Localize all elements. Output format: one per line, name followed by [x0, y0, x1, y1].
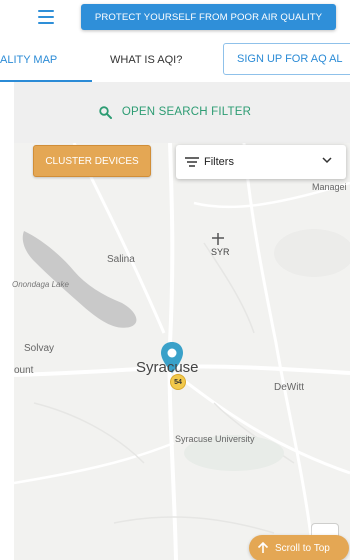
map-label-salina: Salina — [107, 254, 135, 265]
tab-sign-up-alerts[interactable]: SIGN UP FOR AQ AL — [223, 43, 350, 75]
map-label-syracuse: Syracuse — [136, 359, 199, 376]
open-search-filter-button[interactable]: OPEN SEARCH FILTER — [0, 94, 350, 130]
map-label-manager: Managei — [312, 182, 347, 192]
hamburger-icon[interactable] — [38, 10, 54, 24]
map-label-ount: ount — [14, 365, 34, 376]
aqi-badge-value: 54 — [174, 378, 182, 386]
map-label-dewitt: DeWitt — [274, 382, 304, 393]
map-label-syracuse-university: Syracuse University — [175, 434, 255, 444]
air-quality-map[interactable] — [14, 143, 350, 560]
protect-yourself-button[interactable]: PROTECT YOURSELF FROM POOR AIR QUALITY — [81, 4, 336, 30]
map-label-syr: SYR — [211, 247, 230, 257]
cluster-devices-button[interactable]: CLUSTER DEVICES — [33, 145, 151, 177]
arrow-up-icon — [257, 542, 269, 553]
open-search-filter-label: OPEN SEARCH FILTER — [121, 106, 252, 118]
filters-label: Filters — [204, 156, 234, 168]
map-label-onondaga-lake: Onondaga Lake — [12, 280, 69, 289]
filters-dropdown[interactable]: Filters — [176, 145, 346, 179]
chevron-down-icon — [322, 157, 332, 164]
aqi-badge[interactable]: 54 — [170, 374, 186, 390]
tab-what-is-aqi[interactable]: WHAT IS AQI? — [110, 38, 182, 82]
nav-tabs: ALITY MAP WHAT IS AQI? SIGN UP FOR AQ AL — [0, 38, 350, 82]
scroll-to-top-label: Scroll to Top — [275, 542, 330, 554]
map-label-solvay: Solvay — [24, 343, 55, 354]
scroll-to-top-button[interactable]: Scroll to Top — [249, 535, 349, 560]
filter-lines-icon — [185, 157, 199, 167]
airport-icon — [212, 233, 224, 245]
tab-air-quality-map[interactable]: ALITY MAP — [0, 38, 91, 82]
search-icon — [99, 105, 112, 119]
top-bar: PROTECT YOURSELF FROM POOR AIR QUALITY — [0, 0, 350, 38]
